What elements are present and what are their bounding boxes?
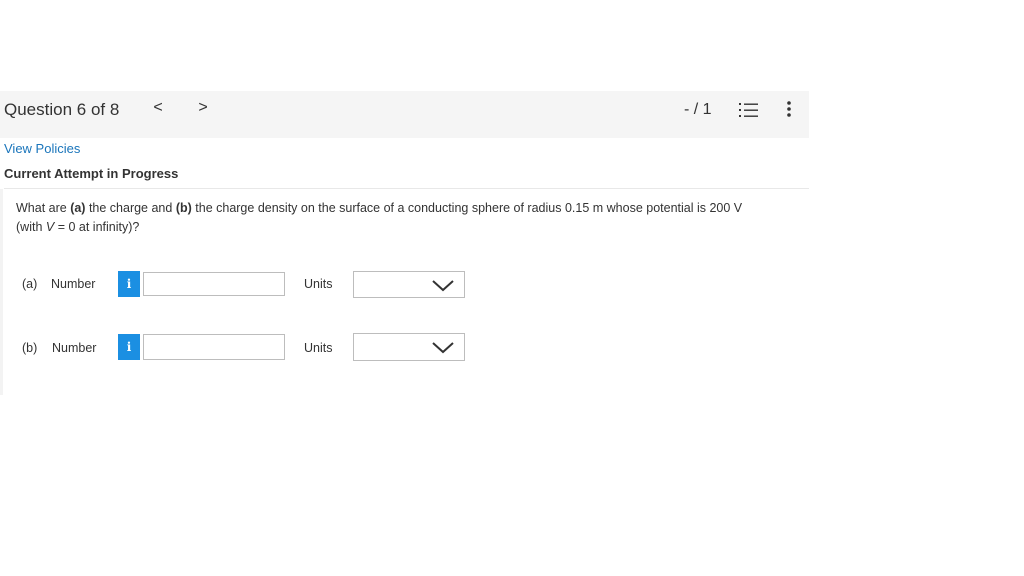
part-b-label: (b) bbox=[175, 201, 192, 215]
chevron-down-icon bbox=[432, 342, 454, 354]
units-label: Units bbox=[304, 277, 333, 291]
next-question-button[interactable]: > bbox=[195, 99, 211, 117]
question-text-segment: the charge density on the surface of a c… bbox=[191, 201, 743, 215]
part-a-label: (a) bbox=[70, 201, 86, 215]
question-text-segment: (with bbox=[16, 220, 46, 234]
question-title: Question 6 of 8 bbox=[4, 100, 120, 119]
variable-v: V bbox=[45, 220, 55, 234]
part-a-label: (a) bbox=[22, 277, 38, 291]
question-text: What are (a) the charge and (b) the char… bbox=[16, 199, 786, 237]
number-input-b[interactable] bbox=[143, 334, 285, 360]
score-display: - / 1 bbox=[684, 101, 712, 118]
part-b-label: (b) bbox=[22, 341, 38, 355]
question-text-segment: = 0 at infinity)? bbox=[54, 220, 140, 234]
info-button[interactable]: i bbox=[118, 334, 140, 360]
number-label: Number bbox=[51, 277, 96, 291]
number-input-a[interactable] bbox=[143, 272, 285, 296]
attempt-status: Current Attempt in Progress bbox=[4, 166, 179, 181]
question-text-segment: What are bbox=[16, 201, 71, 215]
more-vertical-icon[interactable] bbox=[783, 100, 795, 118]
divider bbox=[4, 188, 809, 189]
units-select-b[interactable] bbox=[353, 333, 465, 361]
units-label: Units bbox=[304, 341, 333, 355]
number-label: Number bbox=[52, 341, 97, 355]
list-icon[interactable] bbox=[739, 102, 759, 118]
previous-question-button[interactable]: < bbox=[150, 99, 166, 117]
chevron-down-icon bbox=[432, 280, 454, 292]
question-text-segment: the charge and bbox=[85, 201, 176, 215]
view-policies-link[interactable]: View Policies bbox=[4, 141, 80, 156]
units-select-a[interactable] bbox=[353, 271, 465, 298]
info-button[interactable]: i bbox=[118, 271, 140, 297]
question-left-rule bbox=[0, 189, 3, 395]
